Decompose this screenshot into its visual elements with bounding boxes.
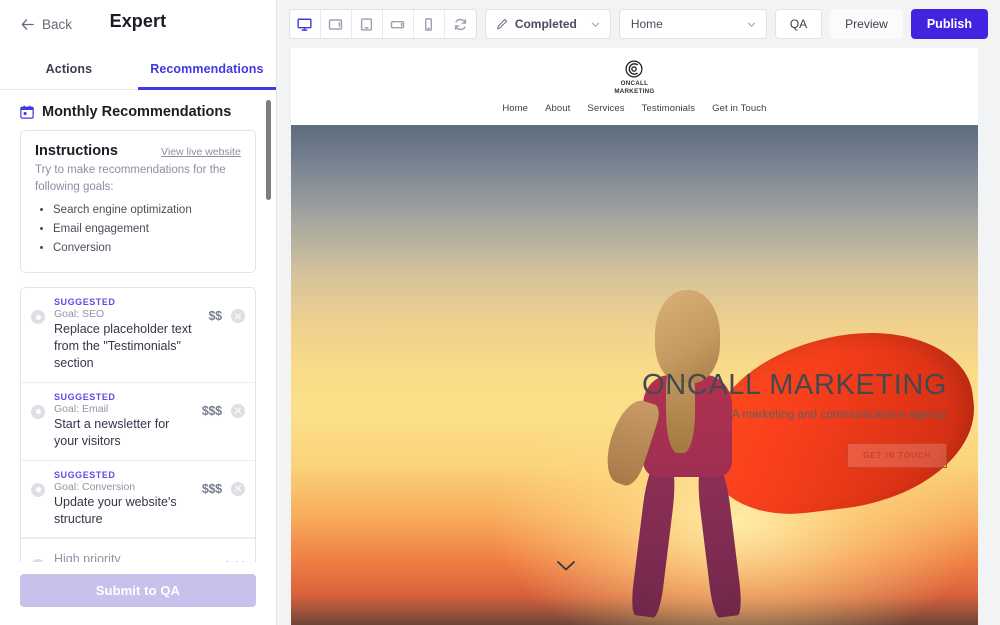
site-nav: Home About Services Testimonials Get in … [502, 103, 766, 114]
instructions-title: Instructions [35, 143, 118, 159]
panel-tabs: Actions Recommendations [0, 48, 276, 90]
tablet-landscape-icon[interactable] [382, 10, 414, 38]
monthly-recommendations-header: Monthly Recommendations [20, 90, 256, 130]
qa-button[interactable]: QA [774, 9, 823, 39]
suggestion-text: Replace placeholder text from the "Testi… [54, 322, 192, 370]
suggestions-card: SUGGESTED Goal: SEO Replace placeholder … [20, 287, 256, 562]
add-button[interactable]: Add [223, 559, 244, 562]
list-item[interactable]: SUGGESTED Goal: SEO Replace placeholder … [21, 288, 255, 383]
hero-title: ONCALL MARKETING [642, 369, 948, 401]
submit-to-qa-button[interactable]: Submit to QA [20, 574, 256, 607]
chevron-down-icon [747, 22, 755, 27]
close-icon[interactable] [230, 403, 245, 418]
suggestion-badge: SUGGESTED [54, 469, 116, 480]
publish-button[interactable]: Publish [910, 9, 988, 39]
list-item: Conversion [53, 239, 241, 258]
app-root: Back Expert Actions Recommendations Mont… [0, 0, 1000, 625]
chevron-down-icon [591, 22, 599, 27]
chevron-down-icon[interactable] [555, 559, 577, 573]
site-header: ONCALL MARKETING Home About Services Tes… [290, 48, 978, 125]
status-select[interactable]: Completed [484, 9, 611, 39]
recommendations-scroll-area: Monthly Recommendations Instructions Vie… [0, 90, 276, 562]
list-item: Search engine optimization [53, 201, 241, 220]
website-preview-frame[interactable]: ONCALL MARKETING Home About Services Tes… [277, 48, 1000, 625]
suggestion-goal: Goal: SEO [54, 308, 105, 321]
suggestion-goal: Goal: Email [54, 402, 109, 415]
calendar-icon [20, 105, 34, 119]
suggestion-radio-icon[interactable] [31, 404, 45, 419]
suggestion-text: Start a newsletter for your visitors [54, 416, 170, 448]
monthly-recommendations-title: Monthly Recommendations [42, 104, 232, 120]
submit-bar: Submit to QA [0, 562, 276, 625]
tab-recommendations[interactable]: Recommendations [137, 48, 276, 90]
website-preview: ONCALL MARKETING Home About Services Tes… [290, 48, 978, 625]
left-panel-header: Back Expert [0, 0, 276, 48]
tablet-portrait-icon[interactable] [351, 10, 383, 38]
suggestion-body: SUGGESTED Goal: Email Start a newsletter… [54, 392, 193, 450]
get-in-touch-button[interactable]: GET IN TOUCH [847, 442, 948, 468]
status-select-value: Completed [514, 17, 577, 31]
list-item: Email engagement [53, 220, 241, 239]
device-size-group [288, 9, 477, 39]
tab-actions-label: Actions [45, 61, 93, 76]
add-radio-icon[interactable] [31, 559, 45, 562]
logo-text: ONCALL MARKETING [614, 80, 654, 97]
site-nav-testimonials[interactable]: Testimonials [642, 103, 695, 114]
suggestion-radio-icon[interactable] [31, 310, 45, 325]
view-live-website-link[interactable]: View live website [161, 146, 241, 158]
site-nav-services[interactable]: Services [587, 103, 624, 114]
site-nav-get-in-touch[interactable]: Get in Touch [712, 103, 766, 114]
preview-button[interactable]: Preview [830, 9, 903, 39]
left-panel: Back Expert Actions Recommendations Mont… [0, 0, 277, 625]
hero-copy: ONCALL MARKETING A marketing and communi… [642, 369, 948, 468]
right-panel: Completed Home QA Preview Publish ONCALL… [276, 0, 1000, 625]
scrollbar-thumb[interactable] [265, 100, 271, 200]
hero-subtitle: A marketing and communications agency [731, 408, 948, 421]
back-button[interactable]: Back [20, 17, 72, 32]
suggestion-radio-icon[interactable] [31, 482, 45, 497]
leg-left-shape [629, 459, 680, 619]
desktop-icon[interactable] [289, 10, 321, 38]
page-select[interactable]: Home [618, 9, 767, 39]
site-nav-about[interactable]: About [545, 103, 570, 114]
suggestion-body: SUGGESTED Goal: Conversion Update your w… [54, 470, 193, 528]
suggestion-goal: Goal: Conversion [54, 480, 136, 493]
close-icon[interactable] [230, 481, 245, 496]
suggestion-badge: SUGGESTED [54, 391, 116, 402]
page-select-value: Home [630, 17, 663, 31]
suggestion-price: $$ [208, 309, 223, 324]
suggestion-price: $$$ [201, 403, 222, 418]
add-recommendation-row[interactable]: High priority recommendation Add [21, 538, 255, 562]
list-item[interactable]: SUGGESTED Goal: Email Start a newsletter… [21, 383, 255, 461]
tab-actions[interactable]: Actions [0, 48, 138, 89]
instructions-card: Instructions View live website Try to ma… [20, 130, 256, 274]
instructions-header: Instructions View live website [35, 143, 241, 159]
instructions-intro: Try to make recommendations for the foll… [35, 164, 226, 193]
tab-recommendations-label: Recommendations [150, 61, 264, 76]
laptop-icon[interactable] [320, 10, 352, 38]
pencil-icon [496, 18, 507, 30]
editor-toolbar: Completed Home QA Preview Publish [276, 0, 1000, 48]
add-recommendation-label: High priority recommendation [54, 552, 121, 562]
hero-section: ONCALL MARKETING A marketing and communi… [290, 125, 978, 625]
mobile-icon[interactable] [413, 10, 445, 38]
site-nav-home[interactable]: Home [502, 103, 528, 114]
logo-line-2: MARKETING [614, 88, 655, 95]
refresh-icon[interactable] [444, 10, 476, 38]
oncall-logo-icon [625, 60, 643, 78]
close-icon[interactable] [230, 309, 245, 324]
back-button-label: Back [42, 16, 73, 32]
suggestion-price: $$$ [201, 481, 222, 496]
suggestion-text: Update your website's structure [54, 494, 177, 526]
suggestion-badge: SUGGESTED [54, 297, 116, 308]
back-arrow-icon [21, 18, 34, 30]
list-item[interactable]: SUGGESTED Goal: Conversion Update your w… [21, 461, 255, 539]
logo-line-1: ONCALL [620, 79, 649, 87]
suggestion-body: SUGGESTED Goal: SEO Replace placeholder … [54, 297, 200, 372]
instructions-goal-list: Search engine optimization Email engagem… [53, 201, 241, 258]
